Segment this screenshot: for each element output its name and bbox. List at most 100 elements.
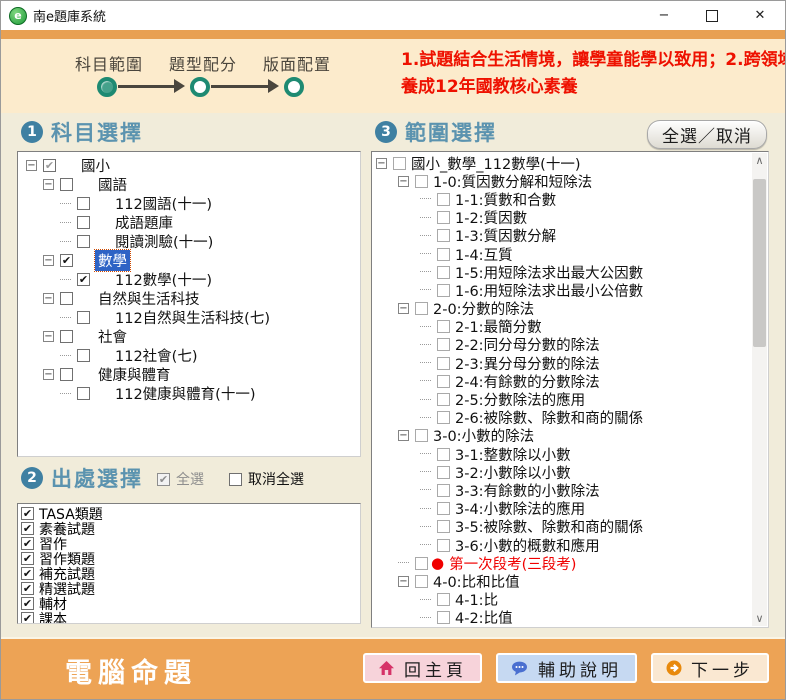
checkbox-unchecked[interactable] [77,235,90,248]
tree-node[interactable]: 1-3:質因數分解 [372,227,752,245]
tree-node-label[interactable]: 112國語(十一) [112,193,215,214]
tree-node-label[interactable]: 112自然與生活科技(七) [112,307,273,328]
deselect-all-option[interactable]: 取消全選 [229,469,304,489]
step-circle-3[interactable] [284,77,304,97]
tree-node[interactable]: 2-1:最簡分數 [372,318,752,336]
scrollbar-up-icon[interactable]: ∧ [752,153,767,168]
checkbox-checked[interactable]: ✔ [21,552,34,565]
tree-node[interactable]: ●第一次段考(三段考) [372,554,752,572]
checkbox-unchecked[interactable] [437,539,450,552]
tree-node[interactable]: 3-4:小數除法的應用 [372,500,752,518]
checkbox-checked[interactable]: ✔ [21,582,34,595]
checkbox-checked[interactable]: ✔ [21,612,34,624]
checkbox-checked[interactable]: ✔ [21,567,34,580]
tree-node[interactable]: 2-3:異分母分數的除法 [372,354,752,372]
tree-node[interactable]: 1-1:質數和合數 [372,190,752,208]
expander-minus-icon[interactable]: − [376,158,387,169]
tree-node[interactable]: − 自然與生活科技 [18,289,360,308]
expander-minus-icon[interactable]: − [398,430,409,441]
tree-node[interactable]: 閱讀測驗(十一) [18,232,360,251]
checkbox-unchecked[interactable] [415,175,428,188]
tree-node[interactable]: 成語題庫 [18,213,360,232]
checkbox-checked[interactable]: ✔ [21,537,34,550]
checkbox-unchecked[interactable] [60,292,73,305]
checkbox-unchecked[interactable] [437,229,450,242]
tree-node-label[interactable]: 國小 [78,155,113,176]
checkbox-unchecked[interactable] [437,320,450,333]
tree-node[interactable]: 112健康與體育(十一) [18,384,360,403]
tree-node[interactable]: 112自然與生活科技(七) [18,308,360,327]
home-button[interactable]: 回主頁 [363,653,482,683]
expander-minus-icon[interactable]: − [43,369,54,380]
checkbox-unchecked[interactable] [437,484,450,497]
checkbox-unchecked[interactable] [437,338,450,351]
checkbox-unchecked[interactable] [437,520,450,533]
checkbox-unchecked[interactable] [415,429,428,442]
checkbox-unchecked[interactable] [437,611,450,624]
tree-node[interactable]: −1-0:質因數分解和短除法 [372,172,752,190]
tree-node-label[interactable]: 自然與生活科技 [95,288,203,309]
tree-node[interactable]: 1-5:用短除法求出最大公因數 [372,263,752,281]
checkbox-unchecked[interactable] [437,248,450,261]
tree-node[interactable]: 2-2:同分母分數的除法 [372,336,752,354]
step-circle-2[interactable] [190,77,210,97]
checkbox-unchecked[interactable] [415,302,428,315]
select-toggle-button[interactable]: 全選／取消 [647,120,767,149]
tree-node-label[interactable]: 成語題庫 [112,212,176,233]
checkbox-unchecked[interactable] [393,157,406,170]
maximize-button[interactable] [705,9,719,23]
checkbox-unchecked[interactable] [77,387,90,400]
checkbox-unchecked[interactable] [415,557,428,570]
expander-minus-icon[interactable]: − [398,576,409,587]
expander-minus-icon[interactable]: − [43,293,54,304]
checkbox-checked[interactable]: ✔ [60,254,73,267]
tree-node[interactable]: 4-2:比值 [372,609,752,627]
tree-node-label[interactable]: 112社會(七) [112,345,201,366]
expander-minus-icon[interactable]: − [43,255,54,266]
tree-node-label[interactable]: 4-2:比值 [452,607,516,627]
scrollbar-thumb[interactable] [753,179,766,347]
tree-node[interactable]: 3-6:小數的概數和應用 [372,536,752,554]
tree-node[interactable]: 2-6:被除數、除數和商的關係 [372,409,752,427]
expander-minus-icon[interactable]: − [398,303,409,314]
expander-minus-icon[interactable]: − [43,331,54,342]
tree-node[interactable]: 3-1:整數除以小數 [372,445,752,463]
tree-node[interactable]: 4-1:比 [372,591,752,609]
checkbox-unchecked[interactable] [437,393,450,406]
tree-node[interactable]: 112社會(七) [18,346,360,365]
tree-node[interactable]: 3-2:小數除以小數 [372,463,752,481]
tree-node[interactable]: 3-3:有餘數的小數除法 [372,481,752,499]
expander-minus-icon[interactable]: − [43,179,54,190]
checkbox-unchecked[interactable] [437,593,450,606]
tree-node[interactable]: − 國語 [18,175,360,194]
scrollbar-down-icon[interactable]: ∨ [752,611,767,626]
tree-node[interactable]: 1-6:用短除法求出最小公倍數 [372,281,752,299]
checkbox-unchecked[interactable] [77,197,90,210]
tree-node-label[interactable]: 健康與體育 [95,364,174,385]
checkbox-unchecked[interactable] [60,178,73,191]
tree-node[interactable]: −社會 [18,327,360,346]
checkbox-unchecked[interactable] [437,411,450,424]
checkbox-unchecked[interactable] [437,193,450,206]
tree-node[interactable]: ✔112數學(十一) [18,270,360,289]
select-all-checkbox[interactable]: ✔ [157,473,170,486]
close-button[interactable]: ✕ [753,9,767,23]
checkbox-unchecked[interactable] [437,284,450,297]
source-list-item[interactable]: ✔素養試題 [18,521,360,536]
tree-node[interactable]: −✔國小 [18,156,360,175]
tree-node[interactable]: −國小_數學_112數學(十一) [372,154,752,172]
deselect-all-checkbox[interactable] [229,473,242,486]
tree-node[interactable]: −2-0:分數的除法 [372,300,752,318]
tree-node[interactable]: 112國語(十一) [18,194,360,213]
scrollbar[interactable]: ∧ ∨ [752,153,767,626]
source-list-item[interactable]: ✔課本 [18,611,360,624]
tree-node-label[interactable]: 閱讀測驗(十一) [112,231,216,252]
tree-node-label[interactable]: 112數學(十一) [112,269,215,290]
help-button[interactable]: 輔助說明 [496,653,637,683]
tree-node[interactable]: −✔數學 [18,251,360,270]
next-button[interactable]: 下一步 [651,653,769,683]
checkbox-unchecked[interactable] [415,575,428,588]
minimize-button[interactable]: − [657,9,671,23]
tree-node-label[interactable]: 國語 [95,174,130,195]
checkbox-unchecked[interactable] [77,349,90,362]
